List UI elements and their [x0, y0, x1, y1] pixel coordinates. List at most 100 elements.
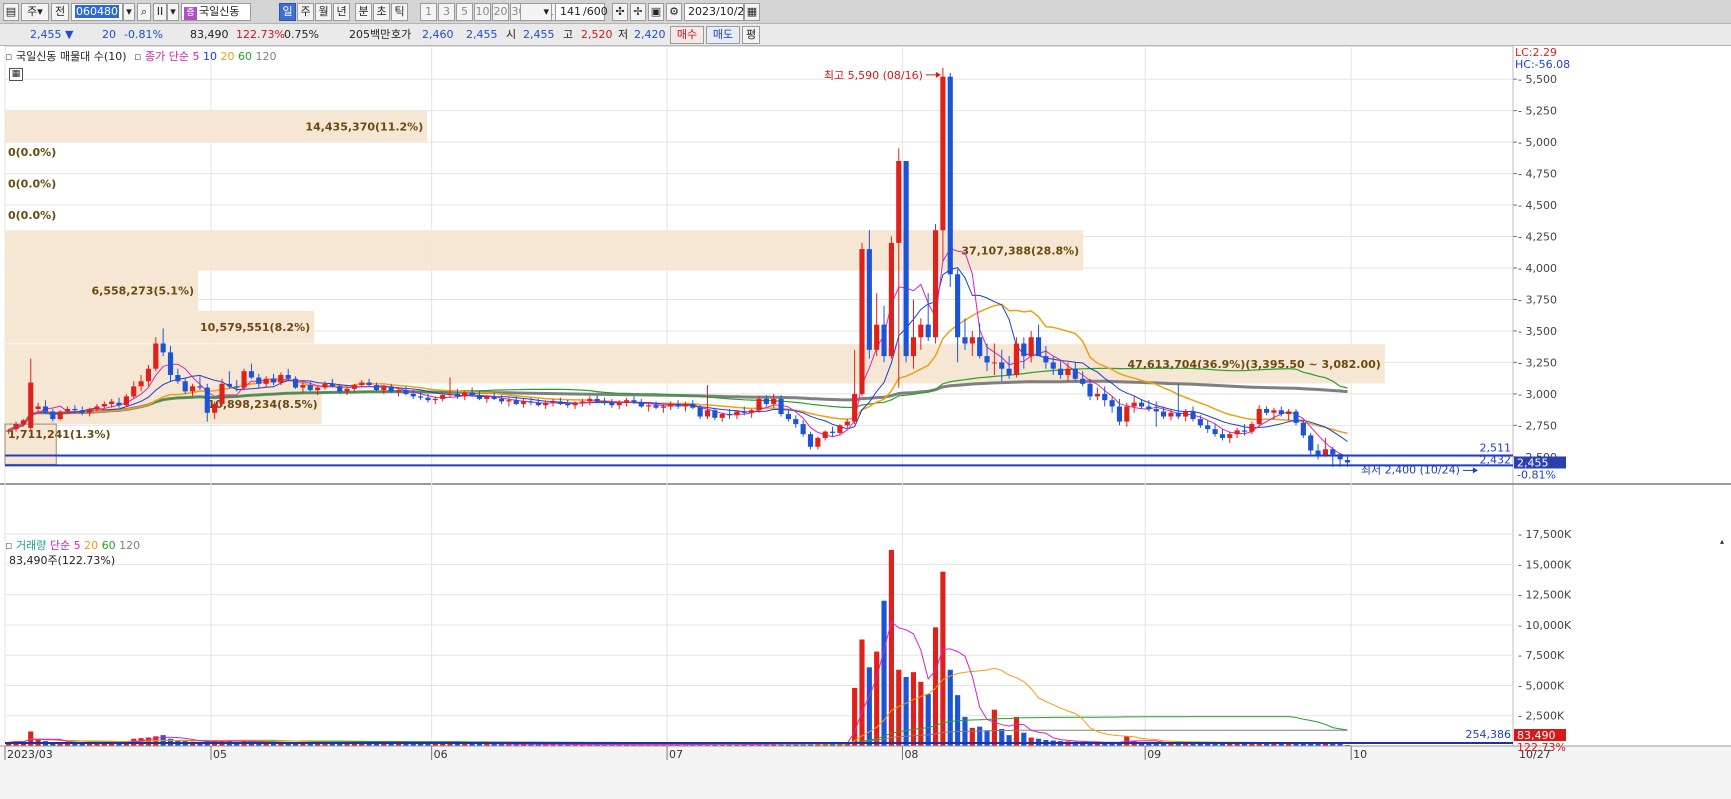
candle-body — [351, 385, 357, 389]
chart-menu-icon[interactable]: ▤ — [3, 3, 19, 21]
table-icon[interactable]: ▦ — [9, 68, 23, 81]
code-dropdown-icon[interactable]: ▾ — [123, 3, 135, 21]
date-value: 2023/10/27 — [688, 5, 752, 18]
minute-tab-20[interactable]: 20 — [492, 3, 509, 21]
quote-turnover: 0.75% — [284, 28, 319, 41]
volume-tick-label: - 15,000K — [1518, 558, 1572, 571]
profile-bar — [5, 230, 1084, 271]
candle-body — [6, 430, 12, 432]
candle-body — [734, 411, 740, 416]
price-tick-label: - 5,500 — [1518, 73, 1557, 86]
candle-body — [219, 383, 225, 404]
price-tick-label: - 3,500 — [1518, 325, 1557, 338]
legend-ma120: 120 — [255, 50, 277, 63]
candle-body — [270, 378, 277, 383]
candle-body — [234, 386, 240, 388]
price-legend[interactable]: ▫ 국일신동 매물대 수(10) ▫ 종가 단순 5 10 20 60 120 — [5, 48, 276, 64]
quote-bar: 2,455 ▼ 20 -0.81% 83,490 122.73% 0.75% 2… — [0, 24, 1731, 46]
candle-body — [1183, 411, 1189, 417]
candle-body — [572, 402, 578, 406]
candle-body — [476, 395, 483, 399]
custom-minute-select[interactable]: ▾ — [520, 3, 552, 21]
candle-body — [940, 76, 946, 231]
candle-body — [932, 230, 939, 338]
volume-legend[interactable]: ▫ 거래량 단순 5 20 60 120 — [5, 537, 140, 553]
price-tick-label: - 5,000 — [1518, 136, 1557, 149]
max-price-label: 최고 5,590 (08/16) — [824, 69, 923, 82]
candle-body — [513, 400, 519, 404]
candle-body — [550, 401, 556, 403]
price-tick-label: - 4,750 — [1518, 168, 1557, 181]
period-tab-4[interactable]: 분 — [355, 3, 372, 21]
candle-body — [1286, 411, 1292, 415]
profile-label: 0(0.0%) — [8, 178, 56, 191]
candle-body — [454, 393, 460, 397]
legend-volume: 거래량 — [15, 539, 47, 552]
candle-body — [969, 337, 975, 344]
candle-body — [197, 386, 203, 388]
settings-gear-icon[interactable]: ⚙ — [666, 3, 682, 21]
date-input[interactable]: 2023/10/27 — [684, 3, 751, 21]
candle-body — [1043, 356, 1049, 363]
candle-body — [403, 390, 409, 394]
candle-body — [292, 378, 299, 388]
stock-chart[interactable]: 14,435,370(11.2%) 0(0.0%) 0(0.0%) 0(0.0%) 37… — [0, 46, 1731, 799]
x-tick-label: 07 — [669, 748, 683, 761]
candle-body — [528, 401, 534, 403]
volume-bar — [918, 681, 924, 746]
count-input[interactable]: 141/600 — [555, 3, 608, 21]
x-tick-label: 05 — [213, 748, 227, 761]
code-value: 060480 — [75, 5, 119, 18]
candle-body — [72, 408, 78, 411]
candle-body — [447, 393, 453, 396]
candle-body — [675, 403, 681, 407]
crosshair-icon[interactable]: ✣ — [612, 3, 628, 21]
calendar-icon[interactable]: ▦ — [744, 3, 760, 21]
zoom-icon[interactable]: ✢ — [630, 3, 646, 21]
candle-body — [20, 420, 26, 425]
minute-tab-1[interactable]: 1 — [420, 3, 437, 21]
minute-tab-5[interactable]: 5 — [456, 3, 473, 21]
candle-body — [491, 396, 497, 399]
candle-body — [984, 356, 990, 363]
candle-body — [498, 398, 505, 402]
period-tab-2[interactable]: 월 — [315, 3, 332, 21]
buy-button[interactable]: 매수 — [670, 26, 704, 44]
profile-label: 14,435,370(11.2%) — [305, 120, 423, 133]
pause-button[interactable]: II — [153, 3, 167, 21]
type-select[interactable]: 주▾ — [21, 3, 49, 21]
save-icon[interactable]: ▣ — [648, 3, 664, 21]
flat-button[interactable]: 평 — [742, 26, 760, 44]
x-tick-label: 10 — [1353, 748, 1367, 761]
candle-body — [190, 386, 196, 392]
stock-name-box[interactable]: 증 국일신동 — [181, 3, 251, 21]
minute-tab-3[interactable]: 3 — [438, 3, 455, 21]
period-tab-5[interactable]: 초 — [373, 3, 390, 21]
candle-body — [903, 161, 909, 357]
pane-collapse-icon[interactable]: ▴ — [1720, 537, 1730, 547]
period-tab-1[interactable]: 주 — [297, 3, 314, 21]
candle-body — [690, 403, 696, 408]
candle-body — [182, 381, 188, 392]
candle-body — [87, 408, 93, 413]
period-tab-6[interactable]: 틱 — [391, 3, 408, 21]
profile-label: 6,558,273(5.1%) — [92, 285, 195, 298]
sell-button[interactable]: 매도 — [706, 26, 740, 44]
candle-body — [594, 398, 600, 402]
candle-body — [822, 431, 828, 438]
volume-tick-label: - 17,500K — [1518, 528, 1572, 541]
pause-dropdown-icon[interactable]: ▾ — [167, 3, 179, 21]
candle-body — [947, 76, 953, 275]
minute-tab-10[interactable]: 10 — [474, 3, 491, 21]
code-input[interactable]: 060480 — [71, 3, 123, 21]
candle-body — [1249, 424, 1255, 432]
candle-body — [506, 400, 512, 402]
search-icon[interactable]: ⌕ — [137, 3, 151, 21]
volume-bar — [947, 669, 953, 746]
period-tab-0[interactable]: 일 — [279, 3, 296, 21]
current-pct-label: -0.81% — [1517, 468, 1556, 481]
period-tab-3[interactable]: 년 — [333, 3, 350, 21]
candle-body — [697, 407, 703, 417]
prev-button[interactable]: 전 — [51, 3, 69, 21]
candle-body — [1035, 337, 1042, 357]
